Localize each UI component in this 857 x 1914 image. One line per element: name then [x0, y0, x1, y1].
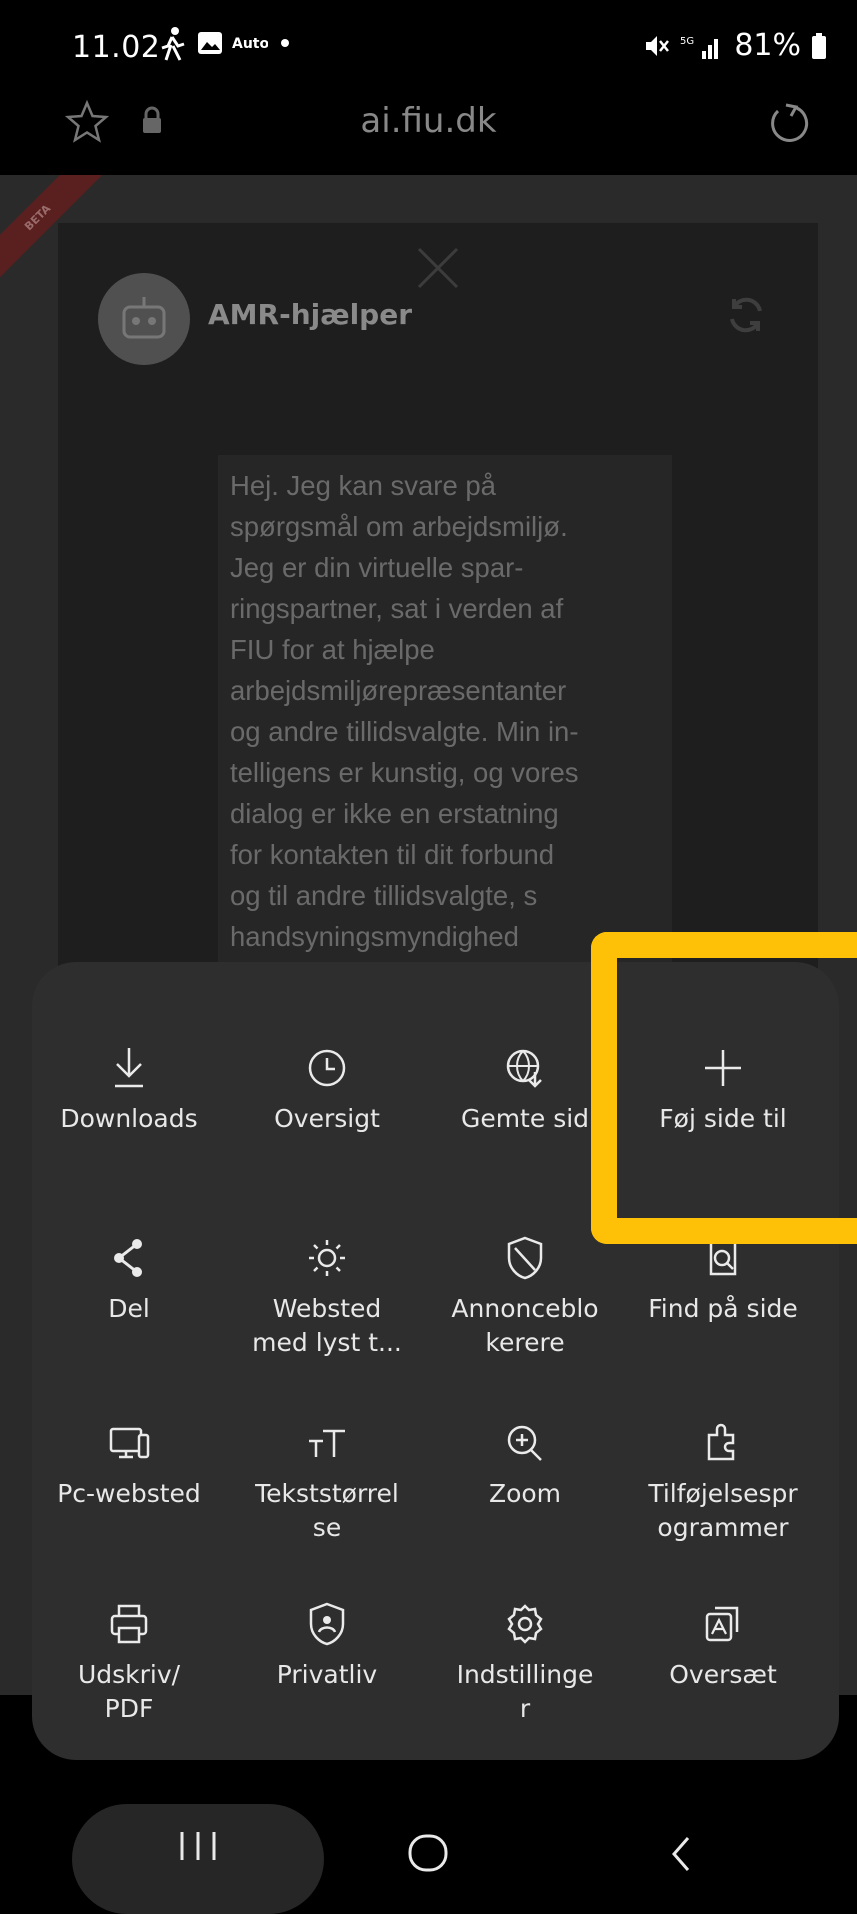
- mute-icon: [646, 35, 670, 56]
- menu-label: Pc-websted: [57, 1479, 201, 1508]
- menu-label: Annonceblo kerere: [451, 1294, 599, 1357]
- home-icon[interactable]: [404, 1830, 454, 1880]
- robot-icon: [122, 297, 166, 339]
- status-bar: 11.02 Auto 5G 81%: [0, 0, 857, 95]
- sun-icon: [309, 1240, 345, 1276]
- menu-label: Zoom: [488, 1479, 562, 1508]
- menu-tekststoerrelse[interactable]: Tekststørrel se: [232, 1417, 422, 1545]
- url-text[interactable]: ai.fiu.dk: [0, 101, 857, 141]
- saved-pages-icon: [506, 1049, 542, 1088]
- menu-websted-lyst-tema[interactable]: Websted med lyst t...: [232, 1232, 422, 1360]
- print-icon: [110, 1604, 148, 1644]
- menu-label: Del: [108, 1294, 150, 1323]
- menu-zoom[interactable]: Zoom: [430, 1417, 620, 1511]
- highlight-box: [591, 932, 857, 1244]
- menu-privatliv[interactable]: Privatliv: [232, 1598, 422, 1692]
- menu-label: Tekststørrel se: [255, 1479, 399, 1542]
- battery-icon: [812, 32, 826, 59]
- navigation-bar: [0, 1760, 857, 1914]
- desktop-icon: [109, 1427, 150, 1459]
- translate-icon: [705, 1606, 739, 1642]
- menu-oversigt[interactable]: Oversigt: [232, 1042, 422, 1136]
- menu-label: Udskriv/ PDF: [77, 1660, 181, 1723]
- menu-indstillinger[interactable]: Indstillinge r: [430, 1598, 620, 1726]
- settings-icon: [507, 1604, 543, 1644]
- status-time: 11.02: [72, 30, 161, 65]
- auto-icon: Auto: [232, 36, 268, 52]
- menu-label: Indstillinge r: [456, 1660, 594, 1723]
- share-icon: [114, 1239, 142, 1277]
- image-icon: [198, 32, 222, 54]
- menu-label: Tilføjelsespr ogrammer: [648, 1479, 798, 1542]
- addons-icon: [707, 1423, 735, 1461]
- menu-label: Privatliv: [276, 1660, 378, 1689]
- dot-icon: [281, 39, 289, 47]
- zoom-icon: [507, 1425, 542, 1461]
- battery-percent: 81%: [734, 28, 801, 63]
- menu-pc-websted[interactable]: Pc-websted: [34, 1417, 224, 1511]
- bot-avatar: [98, 273, 190, 365]
- svg-text:5G: 5G: [680, 36, 694, 47]
- menu-downloads[interactable]: Downloads: [34, 1042, 224, 1136]
- ad-block-icon: [507, 1236, 543, 1280]
- menu-oversaet[interactable]: Oversæt: [628, 1598, 818, 1692]
- menu-label: Websted med lyst t...: [252, 1294, 402, 1357]
- menu-find-paa-side[interactable]: Find på side: [628, 1232, 818, 1326]
- back-icon[interactable]: [660, 1830, 700, 1880]
- bot-name: AMR-hjælper: [208, 298, 413, 331]
- refresh-icon: [730, 297, 762, 333]
- close-icon: [417, 247, 459, 289]
- menu-del[interactable]: Del: [34, 1232, 224, 1326]
- signal-icon: 5G: [680, 36, 719, 59]
- menu-udskriv-pdf[interactable]: Udskriv/ PDF: [34, 1598, 224, 1726]
- recent-apps-icon: [180, 1832, 216, 1860]
- walk-icon: [161, 27, 185, 61]
- svg-text:Auto: Auto: [232, 36, 268, 52]
- text-size-icon: [309, 1429, 345, 1457]
- menu-annonceblokerere[interactable]: Annonceblo kerere: [430, 1232, 620, 1360]
- menu-label: Oversigt: [274, 1104, 380, 1133]
- privacy-icon: [309, 1602, 345, 1646]
- reload-icon[interactable]: [764, 99, 812, 147]
- menu-label: Downloads: [60, 1104, 198, 1133]
- menu-label: Find på side: [648, 1294, 798, 1323]
- clock-icon: [308, 1049, 346, 1087]
- menu-tilfoejelsesprogrammer[interactable]: Tilføjelsespr ogrammer: [628, 1417, 818, 1545]
- status-icons: 5G 81%: [642, 28, 827, 63]
- menu-label: Oversæt: [669, 1660, 777, 1689]
- recent-apps-button[interactable]: [72, 1804, 324, 1914]
- url-bar[interactable]: ai.fiu.dk: [0, 95, 857, 175]
- download-icon: [115, 1048, 143, 1088]
